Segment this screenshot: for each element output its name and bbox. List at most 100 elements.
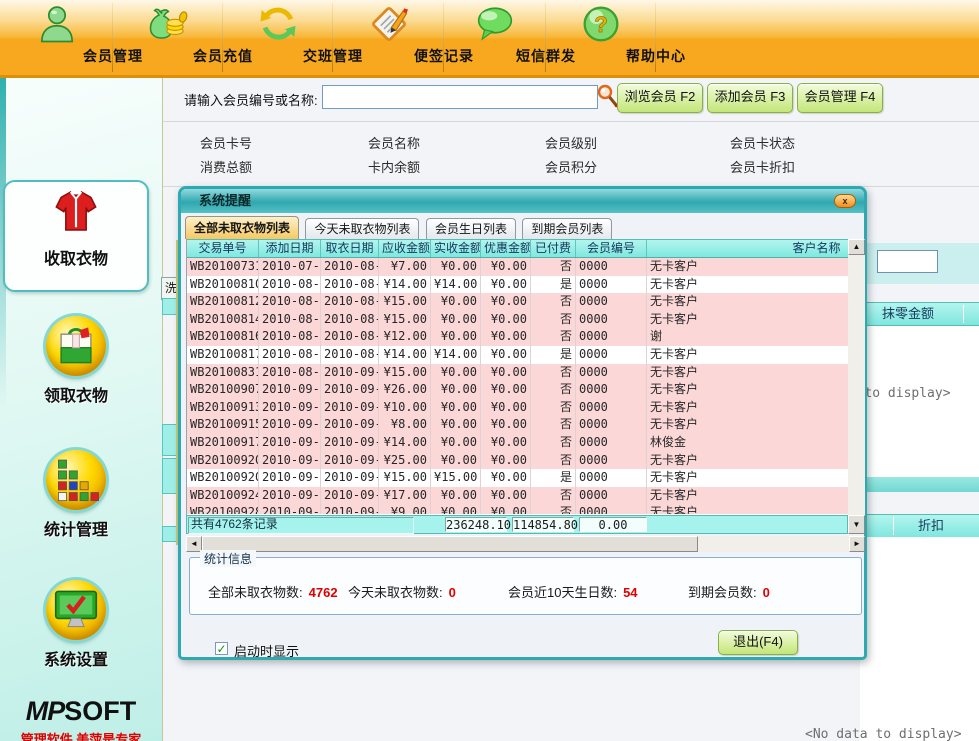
- table-row[interactable]: WB201009240152010-09-242010-09-27¥17.00¥…: [187, 487, 849, 505]
- scroll-down-icon[interactable]: ▼: [848, 515, 865, 534]
- table-cell: ¥10.00: [379, 399, 431, 417]
- table-cell: 0000: [576, 293, 647, 311]
- column-header[interactable]: 客户名称: [647, 240, 849, 257]
- toolbar-button-memo[interactable]: 便签记录: [333, 0, 444, 75]
- table-cell: WB20100915001: [187, 416, 259, 434]
- dialog-title: 系统提醒: [199, 193, 251, 208]
- table-cell: 无卡客户: [647, 452, 849, 470]
- table-row[interactable]: WB201008310092010-08-312010-09-03¥15.00¥…: [187, 364, 849, 382]
- table-cell: 2010-09-13: [259, 399, 321, 417]
- table-cell: 2010-09-27: [321, 487, 379, 505]
- table-cell: 否: [531, 293, 576, 311]
- system-settings-icon: [46, 580, 106, 640]
- table-cell: ¥0.00: [481, 504, 531, 514]
- column-header[interactable]: 实收金额: [431, 240, 481, 257]
- browse-members-button[interactable]: 浏览会员 F2: [617, 83, 703, 113]
- table-cell: ¥7.00: [379, 258, 431, 276]
- sidebar-item-statistics[interactable]: 统计管理: [0, 450, 152, 540]
- toolbar-button-help-center[interactable]: ? 帮助中心: [546, 0, 656, 75]
- table-cell: ¥0.00: [431, 399, 481, 417]
- table-cell: 2010-09-23: [321, 452, 379, 470]
- tab-all-unclaimed-clothes[interactable]: 全部未取衣物列表: [185, 216, 299, 239]
- table-cell: 0000: [576, 311, 647, 329]
- table-row[interactable]: WB201009070102010-09-072010-09-10¥26.00¥…: [187, 381, 849, 399]
- sidebar: 收取衣物 领取衣物 统计管理 系统设置 MPSOFT 管理软件 美萍是专家: [0, 78, 163, 741]
- sidebar-item-receive-clothes[interactable]: 收取衣物: [3, 180, 149, 292]
- stat-upcoming-birthdays: 会员近10天生日数:54: [508, 582, 638, 601]
- close-icon[interactable]: x: [834, 194, 856, 208]
- tab-member-birthdays[interactable]: 会员生日列表: [426, 218, 516, 239]
- table-cell: 2010-09-20: [259, 452, 321, 470]
- table-cell: ¥14.00: [379, 276, 431, 294]
- table-cell: 2010-09-07: [259, 381, 321, 399]
- table-cell: ¥0.00: [481, 399, 531, 417]
- table-cell: ¥25.00: [379, 452, 431, 470]
- table-row[interactable]: WB201009280142010-09-282010-09-28¥9.00¥0…: [187, 504, 849, 514]
- sidebar-item-system-settings[interactable]: 系统设置: [0, 580, 152, 670]
- column-header[interactable]: 取衣日期: [321, 240, 379, 257]
- table-body: WB201007310042010-07-312010-08-03¥7.00¥0…: [187, 258, 849, 514]
- table-cell: ¥0.00: [431, 311, 481, 329]
- table-row[interactable]: WB201008140032010-08-142010-08-17¥15.00¥…: [187, 311, 849, 329]
- table-row[interactable]: WB201008170072010-08-172010-08-20¥14.00¥…: [187, 346, 849, 364]
- show-on-startup-checkbox[interactable]: ✓: [215, 642, 228, 655]
- toolbar-button-member-recharge[interactable]: 会员充值: [113, 0, 223, 75]
- add-member-button[interactable]: 添加会员 F3: [707, 83, 793, 113]
- stat-all-unclaimed: 全部未取衣物数:4762: [208, 582, 338, 601]
- sidebar-item-collect-clothes[interactable]: 领取衣物: [0, 316, 152, 406]
- column-header[interactable]: 会员编号: [576, 240, 647, 257]
- tab-expiring-members[interactable]: 到期会员列表: [522, 218, 612, 239]
- show-on-startup-label: 启动时显示: [234, 641, 299, 660]
- column-header[interactable]: 添加日期: [259, 240, 321, 257]
- toolbar-button-shift-manage[interactable]: 交班管理: [223, 0, 333, 75]
- table-cell: ¥0.00: [431, 328, 481, 346]
- member-recharge-icon: [147, 3, 189, 45]
- column-header[interactable]: 优惠金额: [481, 240, 531, 257]
- vertical-scrollbar-track[interactable]: [848, 255, 865, 515]
- table-cell: 2010-08-16: [259, 328, 321, 346]
- table-row[interactable]: WB201009150012010-09-152010-09-18¥8.00¥0…: [187, 416, 849, 434]
- exit-button[interactable]: 退出(F4): [718, 630, 798, 655]
- scroll-right-icon[interactable]: ►: [849, 536, 865, 552]
- horizontal-scrollbar-thumb[interactable]: [202, 536, 698, 552]
- table-cell: 0000: [576, 416, 647, 434]
- search-input[interactable]: [322, 85, 598, 109]
- bg-grid-area2: <No data to display>: [860, 537, 979, 741]
- record-count: 共有4762条记录: [191, 517, 278, 532]
- table-cell: ¥15.00: [379, 469, 431, 487]
- table-row[interactable]: WB201007310042010-07-312010-08-03¥7.00¥0…: [187, 258, 849, 276]
- column-header[interactable]: 已付费: [531, 240, 576, 257]
- scroll-up-icon[interactable]: ▲: [848, 239, 865, 255]
- field-member-points: 会员积分: [545, 157, 597, 176]
- table-cell: ¥0.00: [481, 416, 531, 434]
- sidebar-item-label: 系统设置: [0, 646, 152, 670]
- table-cell: ¥0.00: [481, 364, 531, 382]
- bg-teal-bar: [860, 477, 979, 492]
- table-cell: ¥14.00: [431, 276, 481, 294]
- table-cell: 否: [531, 311, 576, 329]
- table-row[interactable]: WB201008160102010-08-162010-08-19¥12.00¥…: [187, 328, 849, 346]
- table-cell: 否: [531, 364, 576, 382]
- table-cell: 2010-09-20: [321, 434, 379, 452]
- table-cell: 无卡客户: [647, 399, 849, 417]
- table-row[interactable]: WB201009170032010-09-172010-09-20¥14.00¥…: [187, 434, 849, 452]
- table-row[interactable]: WB201009200132010-09-202010-09-23¥15.00¥…: [187, 469, 849, 487]
- column-header[interactable]: 交易单号: [187, 240, 259, 257]
- table-cell: ¥0.00: [431, 434, 481, 452]
- table-cell: ¥14.00: [431, 346, 481, 364]
- table-cell: WB20100816010: [187, 328, 259, 346]
- bg-input-field[interactable]: [877, 250, 938, 273]
- table-row[interactable]: WB201008100092010-08-102010-08-13¥14.00¥…: [187, 276, 849, 294]
- member-manage-button[interactable]: 会员管理 F4: [797, 83, 883, 113]
- table-cell: 否: [531, 452, 576, 470]
- table-row[interactable]: WB201008120032010-08-122010-08-15¥15.00¥…: [187, 293, 849, 311]
- table-row[interactable]: WB201009130042010-09-132010-09-16¥10.00¥…: [187, 399, 849, 417]
- table-cell: 2010-09-28: [259, 504, 321, 514]
- tab-today-unclaimed-clothes[interactable]: 今天未取衣物列表: [305, 218, 419, 239]
- dialog-titlebar[interactable]: 系统提醒 x: [181, 189, 864, 213]
- toolbar-button-sms-broadcast[interactable]: 短信群发: [444, 0, 546, 75]
- toolbar-button-member-manage[interactable]: 会员管理: [0, 0, 113, 75]
- column-header[interactable]: 应收金额: [379, 240, 431, 257]
- field-total-spend: 消费总额: [200, 157, 252, 176]
- table-row[interactable]: WB201009200082010-09-202010-09-23¥25.00¥…: [187, 452, 849, 470]
